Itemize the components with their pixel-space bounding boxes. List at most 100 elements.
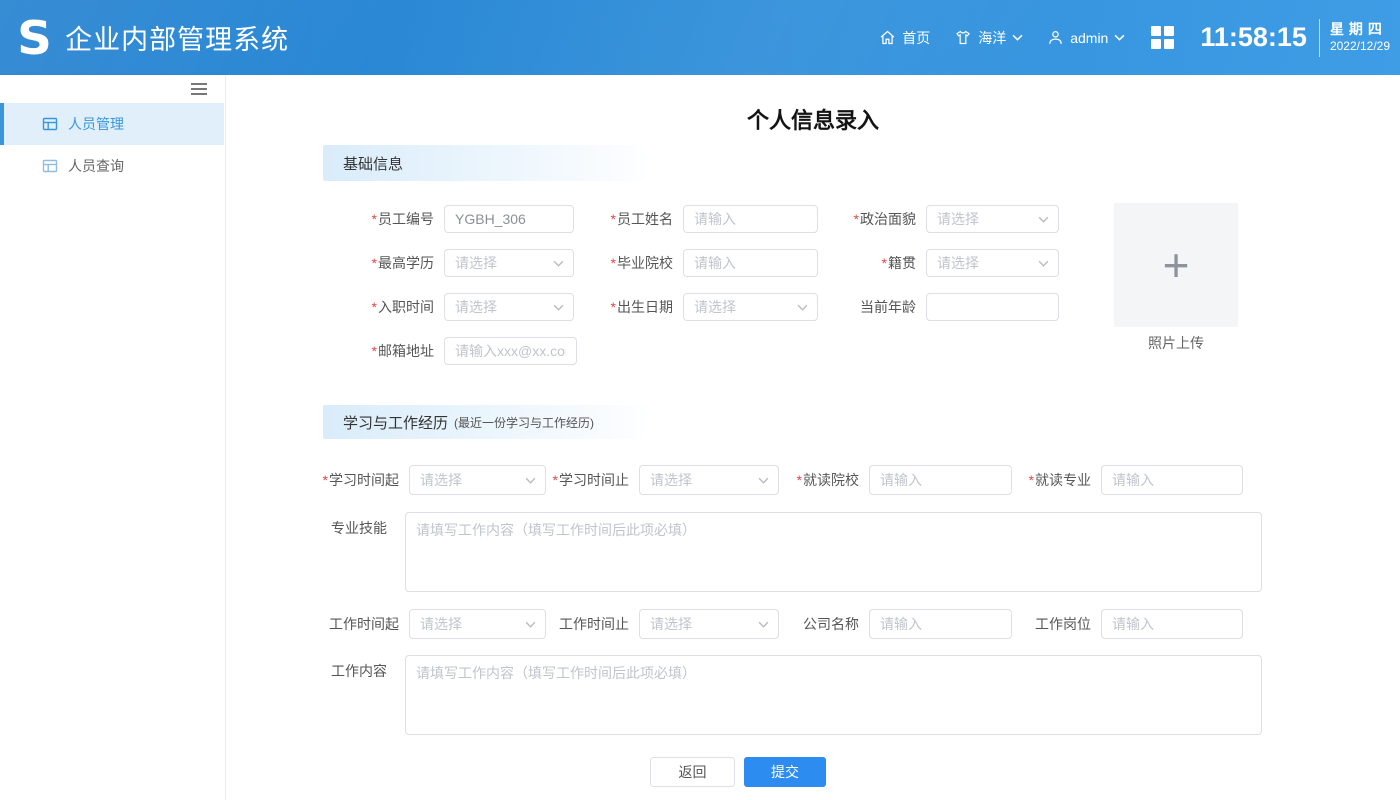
birth-date-select[interactable]: 请选择 [683, 293, 818, 321]
work-content-textarea[interactable] [405, 655, 1262, 735]
email-label: 邮箱地址 [378, 343, 434, 359]
section-exp-title: 学习与工作经历 [343, 412, 448, 433]
section-basic-title: 基础信息 [343, 153, 403, 174]
required-mark: * [553, 472, 558, 488]
required-mark: * [323, 472, 328, 488]
clock-divider [1319, 19, 1320, 57]
sidebar-item-label: 人员查询 [68, 156, 124, 176]
emp-no-label: 员工编号 [378, 211, 434, 227]
chevron-down-icon [1012, 34, 1023, 41]
chevron-down-icon [1038, 216, 1049, 223]
nav-user[interactable]: admin [1047, 29, 1125, 46]
required-mark: * [372, 343, 377, 359]
age-label: 当前年龄 [860, 299, 916, 315]
study-start-select[interactable]: 请选择 [409, 465, 546, 495]
emp-no-input[interactable] [444, 205, 574, 233]
apps-grid-icon[interactable] [1151, 26, 1174, 49]
sidebar-item-personnel-query[interactable]: 人员查询 [0, 145, 224, 187]
chevron-down-icon [553, 304, 564, 311]
sidebar-item-personnel-management[interactable]: 人员管理 [0, 103, 224, 145]
chevron-down-icon [758, 621, 769, 628]
education-select[interactable]: 请选择 [444, 249, 574, 277]
emp-name-input[interactable] [683, 205, 818, 233]
back-button[interactable]: 返回 [650, 757, 735, 787]
nav-home[interactable]: 首页 [879, 28, 930, 48]
emp-name-label: 员工姓名 [617, 211, 673, 227]
skills-textarea[interactable] [405, 512, 1262, 592]
chevron-down-icon [758, 477, 769, 484]
study-end-label: 学习时间止 [559, 472, 629, 488]
political-status-select[interactable]: 请选择 [926, 205, 1059, 233]
work-end-select[interactable]: 请选择 [639, 609, 779, 639]
study-school-input[interactable] [869, 465, 1012, 495]
section-exp-note: (最近一份学习与工作经历) [454, 414, 594, 431]
native-place-select[interactable]: 请选择 [926, 249, 1059, 277]
education-label: 最高学历 [378, 255, 434, 271]
date-block: 星期四 2022/12/29 [1330, 21, 1390, 54]
user-icon [1047, 29, 1064, 46]
shirt-icon [954, 29, 972, 46]
position-input[interactable] [1101, 609, 1243, 639]
major-input[interactable] [1101, 465, 1243, 495]
required-mark: * [882, 255, 887, 271]
work-start-select[interactable]: 请选择 [409, 609, 546, 639]
sidebar: 人员管理 人员查询 [0, 75, 226, 800]
date-label: 2022/12/29 [1330, 39, 1390, 54]
submit-button[interactable]: 提交 [744, 757, 826, 787]
photo-upload-label: 照片上传 [1114, 333, 1238, 353]
app-title: 企业内部管理系统 [65, 18, 289, 57]
form-actions: 返回 提交 [226, 757, 1250, 787]
political-status-label: 政治面貌 [860, 211, 916, 227]
birth-date-label: 出生日期 [617, 299, 673, 315]
study-start-label: 学习时间起 [329, 472, 399, 488]
sidebar-menu: 人员管理 人员查询 [0, 103, 224, 187]
position-label: 工作岗位 [1035, 616, 1091, 632]
native-place-label: 籍贯 [888, 255, 916, 271]
required-mark: * [797, 472, 802, 488]
table-icon [42, 158, 58, 174]
company-input[interactable] [869, 609, 1012, 639]
grad-school-input[interactable] [683, 249, 818, 277]
required-mark: * [372, 255, 377, 271]
table-icon [42, 116, 58, 132]
work-end-label: 工作时间止 [559, 616, 629, 632]
work-content-label: 工作内容 [331, 661, 387, 681]
study-end-select[interactable]: 请选择 [639, 465, 779, 495]
nav-user-label: admin [1070, 30, 1108, 46]
sidebar-collapse-icon[interactable] [189, 81, 209, 102]
clock-time: 11:58:15 [1200, 22, 1307, 53]
chevron-down-icon [1038, 260, 1049, 267]
major-label: 就读专业 [1035, 472, 1091, 488]
nav-home-label: 首页 [902, 28, 930, 48]
app-logo: S [17, 15, 52, 61]
form-row: *邮箱地址 [226, 337, 577, 365]
section-experience: 学习与工作经历 (最近一份学习与工作经历) [323, 405, 645, 439]
home-icon [879, 29, 896, 46]
form-row: *最高学历 请选择 *毕业院校 *籍贯 请选择 [226, 249, 1059, 277]
hire-date-select[interactable]: 请选择 [444, 293, 574, 321]
page-title: 个人信息录入 [226, 103, 1400, 135]
required-mark: * [611, 255, 616, 271]
plus-icon: + [1163, 242, 1190, 288]
required-mark: * [611, 299, 616, 315]
weekday-label: 星期四 [1330, 21, 1390, 39]
section-basic-info: 基础信息 [323, 145, 645, 181]
study-school-label: 就读院校 [803, 472, 859, 488]
form-row: *入职时间 请选择 *出生日期 请选择 当前年龄 [226, 293, 1059, 321]
email-input[interactable] [444, 337, 577, 365]
chevron-down-icon [553, 260, 564, 267]
required-mark: * [1029, 472, 1034, 488]
required-mark: * [611, 211, 616, 227]
main-content: 个人信息录入 基础信息 *员工编号 *员工姓名 *政治面貌 请选择 *最高学历 … [226, 75, 1400, 800]
work-start-label: 工作时间起 [329, 616, 399, 632]
app-header: S 企业内部管理系统 首页 海洋 [0, 0, 1400, 75]
age-input[interactable] [926, 293, 1059, 321]
chevron-down-icon [525, 477, 536, 484]
form-row: *学习时间起 请选择 *学习时间止 请选择 *就读院校 *就读专业 [226, 465, 1243, 495]
photo-upload-box[interactable]: + [1114, 203, 1238, 327]
chevron-down-icon [797, 304, 808, 311]
chevron-down-icon [1114, 34, 1125, 41]
required-mark: * [372, 211, 377, 227]
nav-theme[interactable]: 海洋 [954, 28, 1023, 48]
required-mark: * [854, 211, 859, 227]
